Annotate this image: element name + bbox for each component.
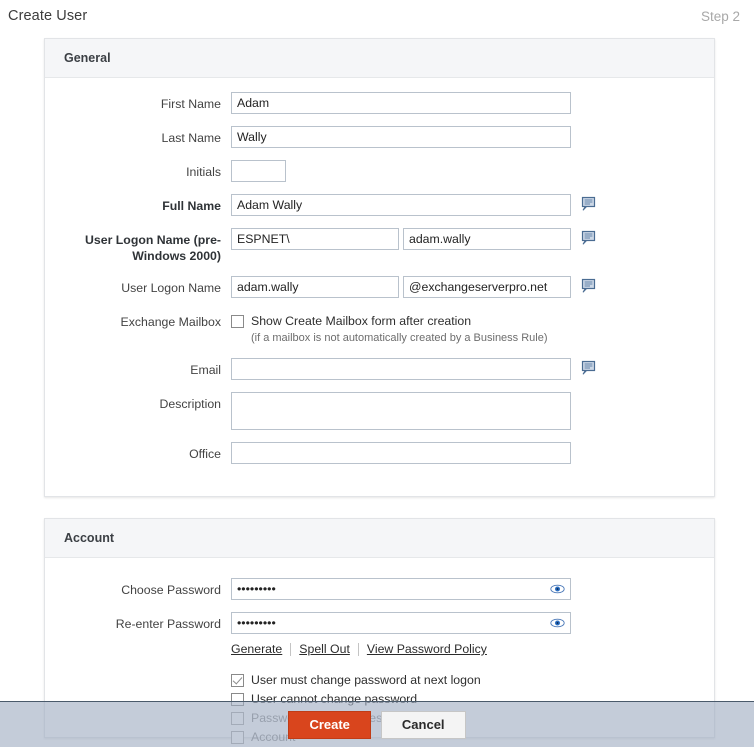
password-links: Generate Spell Out View Password Policy xyxy=(231,642,495,656)
must-change-password-row[interactable]: User must change password at next logon xyxy=(231,672,481,688)
choose-password-input[interactable] xyxy=(231,578,571,600)
pre2000-domain-input[interactable] xyxy=(231,228,399,250)
row-email: Email xyxy=(45,358,714,380)
exchange-mailbox-field-wrap: Show Create Mailbox form after creation … xyxy=(231,310,548,344)
row-last-name: Last Name xyxy=(45,126,714,148)
email-input[interactable] xyxy=(231,358,571,380)
reenter-password-wrap xyxy=(231,612,571,634)
full-name-field-wrap xyxy=(231,194,597,216)
choose-password-wrap xyxy=(231,578,571,600)
row-office: Office xyxy=(45,442,714,464)
exchange-mailbox-label: Exchange Mailbox xyxy=(120,315,221,329)
description-input[interactable] xyxy=(231,392,571,430)
row-full-name: Full Name xyxy=(45,194,714,216)
general-panel-title: General xyxy=(64,51,111,65)
choose-password-field-wrap xyxy=(231,578,571,600)
row-upn-logon: User Logon Name xyxy=(45,276,714,298)
initials-input[interactable] xyxy=(231,160,286,182)
eye-reveal-icon[interactable] xyxy=(550,582,565,596)
show-create-mailbox-checkbox[interactable] xyxy=(231,315,244,328)
row-exchange-mailbox: Exchange Mailbox Show Create Mailbox for… xyxy=(45,310,714,344)
account-panel-header: Account xyxy=(45,519,714,558)
reenter-password-field-wrap xyxy=(231,612,571,634)
step-indicator: Step 2 xyxy=(700,8,740,24)
row-choose-password: Choose Password xyxy=(45,578,714,600)
description-field-wrap xyxy=(231,392,571,430)
comment-icon[interactable] xyxy=(581,230,597,246)
show-create-mailbox-checkbox-row[interactable]: Show Create Mailbox form after creation xyxy=(231,313,548,329)
row-pre2000-logon: User Logon Name (pre-Windows 2000) xyxy=(45,228,714,264)
page-header: Create User Step 2 xyxy=(0,0,754,32)
row-first-name: First Name xyxy=(45,92,714,114)
row-password-links: Generate Spell Out View Password Policy xyxy=(45,640,714,668)
general-panel: General First Name Last Name Initials xyxy=(44,38,715,497)
show-create-mailbox-label: Show Create Mailbox form after creation xyxy=(251,314,472,328)
last-name-label: Last Name xyxy=(161,131,221,145)
must-change-password-label: User must change password at next logon xyxy=(251,673,481,687)
full-name-input[interactable] xyxy=(231,194,571,216)
create-user-page: Create User Step 2 General First Name La… xyxy=(0,0,754,747)
eye-reveal-icon[interactable] xyxy=(550,616,565,630)
office-label: Office xyxy=(189,447,221,461)
comment-icon[interactable] xyxy=(581,278,597,294)
general-panel-body: First Name Last Name Initials xyxy=(45,78,714,480)
password-links-spacer xyxy=(45,640,231,644)
first-name-field-wrap xyxy=(231,92,571,114)
reenter-password-input[interactable] xyxy=(231,612,571,634)
action-bar: Create Cancel xyxy=(0,701,754,747)
account-options-spacer xyxy=(45,672,231,676)
view-password-policy-link[interactable]: View Password Policy xyxy=(359,642,495,656)
email-label: Email xyxy=(190,363,221,377)
pre2000-logon-field-wrap xyxy=(231,228,597,250)
comment-icon[interactable] xyxy=(581,360,597,376)
email-field-wrap xyxy=(231,358,597,380)
upn-suffix-input[interactable] xyxy=(403,276,571,298)
choose-password-label: Choose Password xyxy=(121,583,221,597)
comment-icon[interactable] xyxy=(581,196,597,212)
initials-field-wrap xyxy=(231,160,286,182)
must-change-password-checkbox[interactable] xyxy=(231,674,244,687)
page-title: Create User xyxy=(8,8,88,24)
account-panel-title: Account xyxy=(64,531,114,545)
upn-logon-label: User Logon Name xyxy=(121,281,221,295)
upn-name-input[interactable] xyxy=(231,276,399,298)
row-reenter-password: Re-enter Password xyxy=(45,612,714,634)
spell-out-link[interactable]: Spell Out xyxy=(291,642,358,656)
exchange-mailbox-note: (if a mailbox is not automatically creat… xyxy=(251,332,548,344)
upn-logon-field-wrap xyxy=(231,276,597,298)
initials-label: Initials xyxy=(186,165,221,179)
office-field-wrap xyxy=(231,442,571,464)
first-name-label: First Name xyxy=(160,97,221,111)
row-initials: Initials xyxy=(45,160,714,182)
general-panel-header: General xyxy=(45,39,714,78)
cancel-button[interactable]: Cancel xyxy=(380,710,466,739)
first-name-input[interactable] xyxy=(231,92,571,114)
generate-password-link[interactable]: Generate xyxy=(231,642,290,656)
office-input[interactable] xyxy=(231,442,571,464)
reenter-password-label: Re-enter Password xyxy=(115,617,221,631)
last-name-input[interactable] xyxy=(231,126,571,148)
description-label: Description xyxy=(159,397,221,411)
create-button[interactable]: Create xyxy=(288,710,371,739)
pre2000-logon-label: User Logon Name (pre-Windows 2000) xyxy=(85,233,221,263)
pre2000-name-input[interactable] xyxy=(403,228,571,250)
last-name-field-wrap xyxy=(231,126,571,148)
row-description: Description xyxy=(45,392,714,430)
full-name-label: Full Name xyxy=(162,199,221,213)
